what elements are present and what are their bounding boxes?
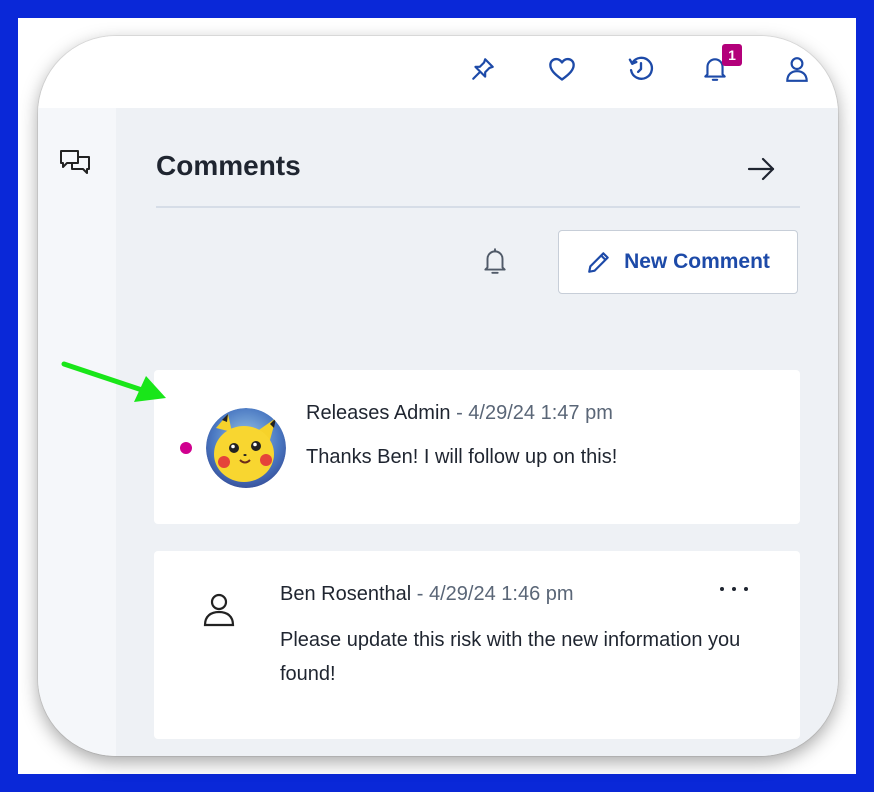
notification-badge: 1 — [722, 44, 742, 66]
user-icon[interactable] — [782, 54, 812, 84]
comment-card: Ben Rosenthal - 4/29/24 1:46 pm Please u… — [154, 551, 800, 739]
comments-panel: Comments New Comment Releases Admin - 4/… — [116, 108, 838, 756]
person-icon — [202, 591, 236, 631]
dot — [732, 587, 736, 591]
comment-body: Thanks Ben! I will follow up on this! — [306, 446, 618, 468]
comment-author[interactable]: Releases Admin — [306, 402, 451, 424]
comment-body: Please update this risk with the new inf… — [280, 629, 741, 685]
comment-meta: Ben Rosenthal - 4/29/24 1:46 pm — [280, 583, 574, 606]
new-comment-label: New Comment — [624, 250, 770, 273]
new-comment-button[interactable]: New Comment — [558, 230, 798, 294]
comment-card: Releases Admin - 4/29/24 1:47 pm Thanks … — [154, 370, 800, 524]
panel-title: Comments — [156, 150, 301, 181]
subscribe-bell-icon[interactable] — [482, 246, 510, 276]
dot — [720, 587, 724, 591]
left-sidebar — [38, 108, 117, 756]
heart-icon[interactable] — [547, 54, 577, 84]
avatar[interactable] — [206, 408, 286, 488]
title-divider — [156, 206, 800, 208]
comment-author[interactable]: Ben Rosenthal — [280, 583, 411, 605]
annotation-arrow-icon — [61, 361, 166, 402]
more-options-icon[interactable] — [720, 581, 748, 597]
comment-meta: Releases Admin - 4/29/24 1:47 pm — [306, 402, 613, 425]
comment-timestamp: - 4/29/24 1:46 pm — [411, 583, 574, 605]
pencil-icon — [588, 252, 609, 273]
arrow-right-icon[interactable] — [744, 152, 778, 186]
dot — [744, 587, 748, 591]
history-icon[interactable] — [626, 54, 656, 84]
pin-icon[interactable] — [468, 54, 498, 84]
chat-bubbles-icon[interactable] — [58, 148, 92, 182]
comment-timestamp: - 4/29/24 1:47 pm — [450, 402, 613, 424]
unread-indicator — [180, 442, 192, 454]
top-toolbar: 1 — [38, 36, 838, 109]
